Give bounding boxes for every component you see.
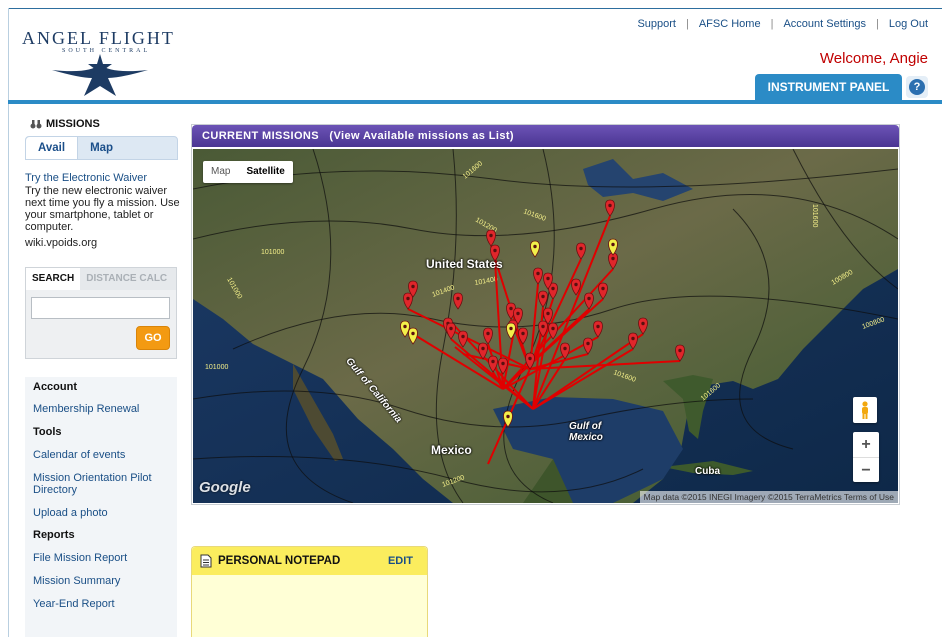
electronic-waiver-link[interactable]: Try the Electronic Waiver [25, 172, 147, 184]
current-missions-panel: CURRENT MISSIONS (View Available mission… [191, 124, 900, 505]
missions-heading: MISSIONS [30, 118, 100, 130]
menu-heading-tools: Tools [33, 426, 62, 438]
nav-separator: | [876, 18, 879, 30]
welcome-message: Welcome, Angie [819, 50, 928, 67]
wiki-link[interactable]: wiki.vpoids.org [25, 237, 97, 249]
menu-item-calendar[interactable]: Calendar of events [33, 449, 173, 461]
zoom-out-button[interactable]: − [853, 458, 879, 483]
note-icon [200, 554, 212, 568]
search-widget: SEARCH DISTANCE CALC GO [25, 267, 177, 359]
current-missions-header: CURRENT MISSIONS (View Available mission… [192, 125, 899, 147]
menu-item-mission-summary[interactable]: Mission Summary [33, 575, 173, 587]
tab-distance-calc[interactable]: DISTANCE CALC [80, 268, 176, 290]
tab-map[interactable]: Map [78, 137, 125, 159]
top-border [8, 8, 942, 9]
tab-instrument-panel[interactable]: INSTRUMENT PANEL [755, 74, 902, 100]
account-settings-link[interactable]: Account Settings [783, 18, 866, 30]
notepad-header: PERSONAL NOTEPAD EDIT [192, 547, 427, 575]
menu-item-pilot-directory[interactable]: Mission Orientation Pilot Directory [33, 472, 173, 496]
sidebar-menu: Account Membership Renewal Tools Calenda… [25, 377, 177, 637]
zoom-control: + − [853, 432, 879, 482]
map-type-control: Map Satellite [203, 161, 293, 183]
map-canvas[interactable]: 1016001012001016001010001010001010001014… [193, 149, 898, 503]
nav-separator: | [685, 18, 689, 30]
missions-map[interactable]: 101600 101200 101600 101000 101000 101000 1014… [193, 149, 898, 503]
missions-title: MISSIONS [46, 118, 100, 130]
header-divider [8, 100, 942, 104]
map-type-map-button[interactable]: Map [203, 161, 238, 183]
street-view-pegman[interactable] [853, 397, 877, 423]
logo-title: ANGEL FLIGHT [22, 28, 175, 48]
waiver-description: Try the new electronic waiver next time … [25, 185, 180, 233]
menu-item-year-end-report[interactable]: Year-End Report [33, 598, 173, 610]
menu-item-upload-photo[interactable]: Upload a photo [33, 507, 173, 519]
top-nav: Support | AFSC Home | Account Settings |… [637, 18, 928, 30]
pegman-icon [862, 401, 868, 419]
afsc-home-link[interactable]: AFSC Home [699, 18, 761, 30]
map-type-satellite-button[interactable]: Satellite [238, 161, 292, 183]
label-gulf-of-mexico: Gulf of Mexico [569, 421, 603, 443]
binoculars-icon [30, 120, 42, 129]
log-out-link[interactable]: Log Out [889, 18, 928, 30]
isobar-label: 101600 [811, 204, 818, 227]
mission-tabs: Avail Map [25, 136, 178, 160]
google-logo: Google [199, 479, 251, 496]
label-united-states: United States [426, 257, 503, 271]
angel-flight-logo[interactable]: ANGEL FLIGHT SOUTH CENTRAL [20, 28, 190, 98]
nav-separator: | [770, 18, 774, 30]
help-icon: ? [909, 79, 925, 95]
help-button[interactable]: ? [906, 76, 928, 98]
tab-search[interactable]: SEARCH [26, 268, 81, 290]
search-tabs: SEARCH DISTANCE CALC [26, 268, 176, 290]
label-mexico: Mexico [431, 443, 472, 457]
eagle-star-icon [52, 54, 148, 96]
map-attribution[interactable]: Map data ©2015 INEGI Imagery ©2015 Terra… [639, 491, 898, 503]
search-input[interactable] [31, 297, 170, 319]
notepad-edit-button[interactable]: EDIT [388, 555, 413, 567]
support-link[interactable]: Support [637, 18, 676, 30]
zoom-in-button[interactable]: + [853, 432, 879, 457]
isobar-label: 101000 [205, 364, 228, 371]
menu-heading-account: Account [33, 381, 77, 393]
go-button[interactable]: GO [136, 326, 170, 350]
personal-notepad: PERSONAL NOTEPAD EDIT [191, 546, 428, 637]
menu-heading-reports: Reports [33, 529, 75, 541]
label-cuba: Cuba [695, 466, 720, 477]
menu-item-file-mission-report[interactable]: File Mission Report [33, 552, 173, 564]
notepad-title: PERSONAL NOTEPAD [218, 555, 341, 567]
tab-avail[interactable]: Avail [26, 137, 79, 159]
menu-item-membership-renewal[interactable]: Membership Renewal [33, 403, 173, 415]
current-missions-title: CURRENT MISSIONS [202, 130, 320, 142]
view-list-link[interactable]: (View Available missions as List) [329, 130, 514, 142]
isobar-label: 101000 [261, 249, 284, 256]
